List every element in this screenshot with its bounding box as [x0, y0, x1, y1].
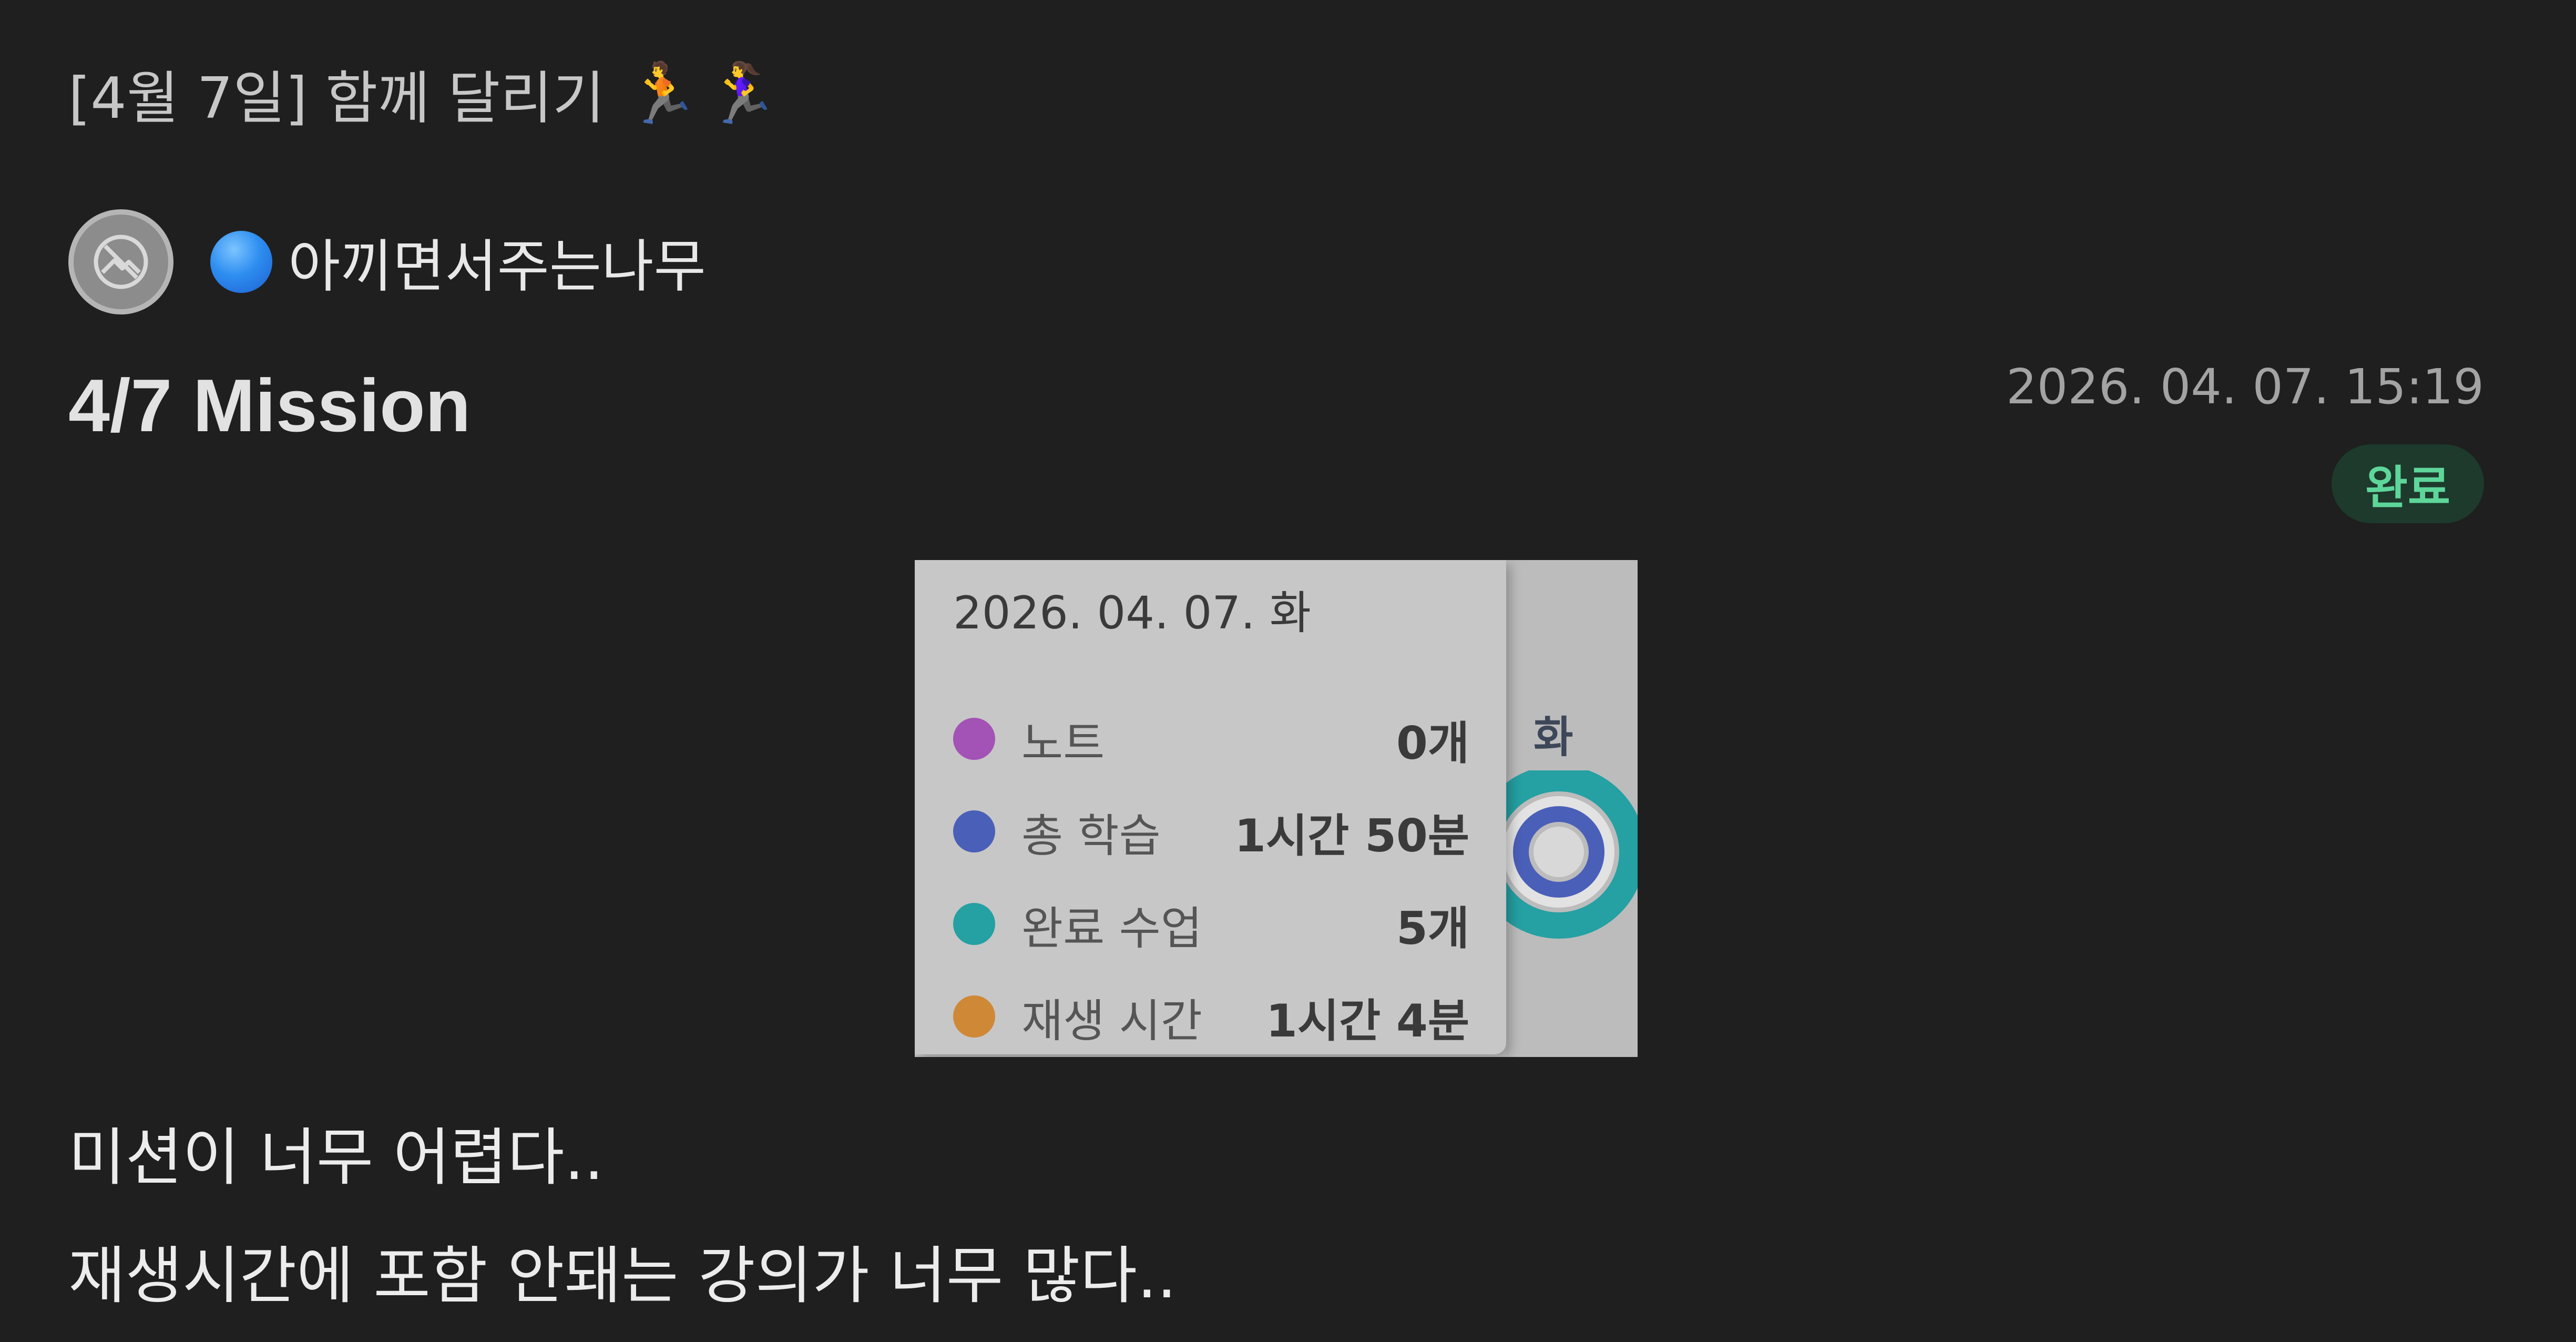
board-title[interactable]: [4월 7일] 함께 달리기 🏃 🏃‍♀️: [68, 53, 779, 135]
stat-label: 노트: [1021, 717, 1105, 770]
post-body-line: 미션이 너무 어렵다..: [68, 1121, 604, 1194]
progress-ring: [1506, 770, 1638, 939]
tooltip-date: 2026. 04. 07. 화: [953, 587, 1311, 639]
stat-row-playback-time: 재생 시간 1시간 4분: [953, 985, 1469, 1048]
stat-label: 재생 시간: [1021, 994, 1202, 1048]
avatar[interactable]: [68, 209, 173, 314]
author-row: 아끼면서주는나무: [68, 208, 706, 316]
orange-dot-icon: [953, 995, 995, 1038]
blue-dot-icon: [953, 810, 995, 852]
teal-dot-icon: [953, 903, 995, 945]
stat-value: 1시간 4분: [1266, 994, 1469, 1048]
chart-strip: 화: [1506, 560, 1638, 1057]
post-body-line: 재생시간에 포함 안돼는 강의가 너무 많다..: [68, 1239, 1177, 1312]
daily-stats-tooltip: 2026. 04. 07. 화 노트 0개 총 학습 1시간 50분 완료 수업…: [915, 560, 1506, 1054]
post-title: 4/7 Mission: [68, 364, 471, 448]
stat-label: 완료 수업: [1021, 902, 1202, 955]
board-title-text: [4월 7일] 함께 달리기: [68, 66, 605, 131]
post-timestamp: 2026. 04. 07. 15:19: [2006, 359, 2484, 415]
purple-dot-icon: [953, 718, 995, 760]
running-woman-icon: 🏃‍♀️: [705, 59, 779, 128]
running-man-icon: 🏃: [626, 59, 699, 128]
broken-image-icon: [94, 235, 148, 289]
stat-row-total-study: 총 학습 1시간 50분: [953, 800, 1469, 863]
stat-value: 0개: [1396, 717, 1469, 770]
stat-row-note: 노트 0개: [953, 707, 1469, 770]
day-label: 화: [1534, 713, 1573, 762]
stat-row-completed-lessons: 완료 수업 5개: [953, 892, 1469, 955]
post-page: [4월 7일] 함께 달리기 🏃 🏃‍♀️ 아끼면서주는나무 4/7 Missi…: [0, 0, 2576, 1342]
stat-value: 1시간 50분: [1234, 809, 1469, 862]
blue-circle-icon: [210, 230, 272, 293]
status-badge: 완료: [2332, 444, 2484, 523]
author-name[interactable]: 아끼면서주는나무: [288, 221, 706, 303]
embedded-screenshot[interactable]: 화 2026. 04. 07. 화 노트 0개 총 학습 1시간 50분 완료 …: [915, 560, 1638, 1057]
stat-value: 5개: [1396, 902, 1469, 955]
stat-label: 총 학습: [1021, 809, 1161, 862]
